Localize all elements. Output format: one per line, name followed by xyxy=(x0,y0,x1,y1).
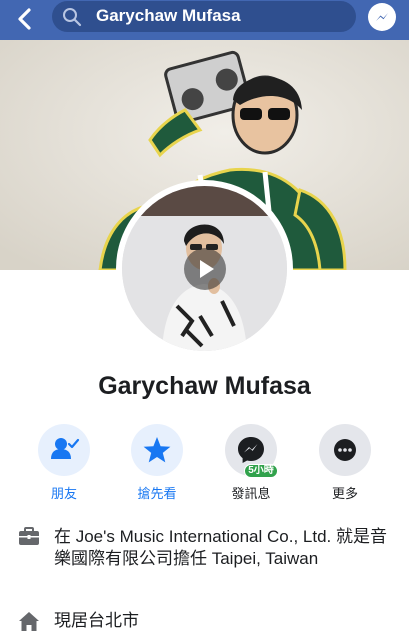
message-time-badge: 5小時 xyxy=(244,464,278,478)
messenger-icon xyxy=(376,13,388,21)
see-first-button[interactable]: 搶先看 xyxy=(117,424,197,504)
search-icon xyxy=(63,8,82,27)
messenger-button[interactable] xyxy=(368,3,396,31)
search-bar[interactable]: Garychaw Mufasa xyxy=(52,1,356,32)
message-button[interactable]: 5小時 發訊息 xyxy=(211,424,291,504)
house-icon xyxy=(19,612,39,631)
friends-circle xyxy=(38,424,90,476)
search-query: Garychaw Mufasa xyxy=(96,6,241,25)
friends-label: 朋友 xyxy=(50,486,77,501)
more-dots-icon xyxy=(334,439,356,461)
chevron-left-icon xyxy=(18,8,31,30)
profile-video-thumbnail xyxy=(122,186,287,351)
more-circle xyxy=(319,424,371,476)
friends-button[interactable]: 朋友 xyxy=(24,424,104,504)
back-button[interactable] xyxy=(10,5,40,35)
lives-info-text: 現居台北市 xyxy=(54,611,139,630)
see-first-circle xyxy=(131,424,183,476)
profile-actions: 朋友 搶先看 5小時 發訊息 更多 xyxy=(0,424,409,504)
top-navigation-bar: Garychaw Mufasa xyxy=(0,0,409,40)
see-first-label: 搶先看 xyxy=(137,486,177,501)
work-info-text: 在 Joe's Music International Co., Ltd. 就是… xyxy=(54,527,387,568)
message-circle: 5小時 xyxy=(225,424,278,478)
profile-picture[interactable] xyxy=(116,180,293,357)
message-label: 發訊息 xyxy=(231,486,271,501)
friend-check-icon xyxy=(51,438,80,459)
star-icon xyxy=(143,437,171,463)
play-video-button[interactable] xyxy=(184,248,226,290)
briefcase-icon xyxy=(19,527,39,545)
profile-name: Garychaw Mufasa xyxy=(98,372,311,400)
more-button[interactable]: 更多 xyxy=(305,424,385,504)
play-icon xyxy=(200,260,214,278)
more-label: 更多 xyxy=(331,486,358,501)
